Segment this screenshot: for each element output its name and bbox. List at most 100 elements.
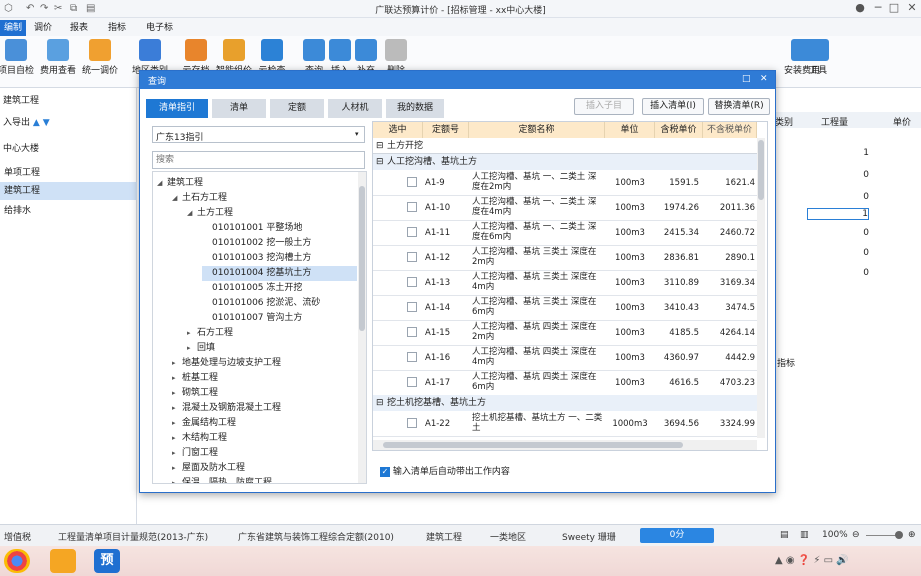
- collapse-icon[interactable]: ⊟: [376, 138, 384, 154]
- close-icon[interactable]: ✕: [902, 1, 921, 14]
- expand-icon[interactable]: ▸: [172, 431, 182, 446]
- expand-icon[interactable]: ▸: [172, 356, 182, 371]
- collapse-icon[interactable]: ⊟: [376, 395, 384, 411]
- indicator-tab[interactable]: 指标: [777, 356, 795, 369]
- tab-e-bid[interactable]: 电子标: [142, 20, 177, 36]
- table-hscroll-thumb[interactable]: [383, 442, 683, 448]
- group-row[interactable]: ⊟ 挖土机挖基槽、基坑土方: [373, 395, 763, 411]
- qty-cell[interactable]: 0: [807, 170, 869, 180]
- tree-node[interactable]: ◢ 建筑工程: [157, 176, 203, 191]
- tree-scrollbar[interactable]: [358, 172, 366, 483]
- arrow-down-icon[interactable]: ▼: [43, 118, 50, 128]
- row-checkbox[interactable]: [407, 418, 417, 428]
- tree-item-construction[interactable]: 建筑工程: [0, 182, 137, 200]
- qty-cell[interactable]: 0: [807, 268, 869, 278]
- tab-materials[interactable]: 人材机: [328, 99, 382, 118]
- unified-adjust-button[interactable]: 统一调价: [78, 39, 122, 76]
- collapse-icon[interactable]: ◢: [187, 206, 197, 221]
- user-avatar-icon[interactable]: ●: [850, 1, 870, 14]
- tree-node[interactable]: ▸ 屋面及防水工程: [172, 461, 245, 476]
- row-checkbox[interactable]: [407, 352, 417, 362]
- expand-icon[interactable]: ▸: [172, 401, 182, 416]
- tab-indicators[interactable]: 指标: [104, 20, 130, 36]
- maximize-icon[interactable]: □: [742, 74, 751, 84]
- zoom-out-icon[interactable]: ⊖: [852, 530, 860, 540]
- tree-node[interactable]: 010101007 管沟土方: [202, 311, 302, 326]
- tree-item-unit-project[interactable]: 单项工程: [0, 164, 137, 182]
- collapse-icon[interactable]: ◢: [172, 191, 182, 206]
- tree-node[interactable]: 010101006 挖淤泥、流砂: [202, 296, 320, 311]
- qty-cell[interactable]: 1: [807, 148, 869, 158]
- row-checkbox[interactable]: [407, 277, 417, 287]
- arrow-up-icon[interactable]: ▲: [33, 118, 40, 128]
- expand-icon[interactable]: ▸: [187, 341, 197, 356]
- insert-child-button[interactable]: 插入子目: [574, 98, 634, 115]
- table-row[interactable]: A1-22 挖土机挖基槽、基坑土方 一、二类土 1000m3 3694.56 3324.…: [373, 411, 757, 436]
- table-row[interactable]: A1-12 人工挖沟槽、基坑 三类土 深度在2m内 100m3 2836.81 2890…: [373, 245, 757, 270]
- tree-node[interactable]: ▸ 石方工程: [187, 326, 233, 341]
- expand-icon[interactable]: ▸: [172, 461, 182, 476]
- row-checkbox[interactable]: [407, 252, 417, 262]
- score-badge[interactable]: 0分: [640, 528, 714, 543]
- tab-list[interactable]: 清单: [212, 99, 266, 118]
- cost-view-button[interactable]: 费用查看: [36, 39, 80, 76]
- tab-quota[interactable]: 定额: [270, 99, 324, 118]
- grid-icon[interactable]: ▥: [800, 530, 809, 540]
- row-checkbox[interactable]: [407, 227, 417, 237]
- tree-node[interactable]: ▸ 混凝土及钢筋混凝土工程: [172, 401, 281, 416]
- tree-node[interactable]: ▸ 金属结构工程: [172, 416, 236, 431]
- qty-cell[interactable]: 0: [807, 248, 869, 258]
- table-row[interactable]: A1-11 人工挖沟槽、基坑 一、二类土 深度在6m内 100m3 2415.34 24…: [373, 220, 757, 245]
- table-row[interactable]: A1-16 人工挖沟槽、基坑 四类土 深度在4m内 100m3 4360.97 4442…: [373, 345, 757, 370]
- auto-fill-option[interactable]: ✓ 输入清单后自动带出工作内容: [380, 464, 510, 477]
- tab-edit[interactable]: 编制: [0, 20, 27, 36]
- expand-icon[interactable]: ▸: [172, 371, 182, 386]
- expand-icon[interactable]: ▸: [172, 416, 182, 431]
- tab-my-data[interactable]: 我的数据: [386, 99, 444, 118]
- zoom-in-icon[interactable]: ⊕: [908, 530, 916, 540]
- tools-button[interactable]: 工具: [796, 39, 840, 76]
- insert-list-button[interactable]: 插入清单(I): [642, 98, 704, 115]
- maximize-icon[interactable]: □: [884, 1, 904, 14]
- tree-node[interactable]: 010101005 冻土开挖: [202, 281, 302, 296]
- guide-library-select[interactable]: 广东13指引 ▾: [152, 126, 365, 143]
- table-hscrollbar[interactable]: [373, 440, 757, 450]
- cloud-icon[interactable]: [50, 549, 76, 573]
- tree-node[interactable]: ▸ 保温、隔热、防腐工程: [172, 476, 272, 483]
- project-check-button[interactable]: 项目自检: [0, 39, 38, 76]
- tree-node[interactable]: ▸ 砌筑工程: [172, 386, 218, 401]
- close-icon[interactable]: ✕: [760, 74, 768, 84]
- search-input[interactable]: [152, 151, 365, 169]
- tree-node[interactable]: ▸ 回填: [187, 341, 215, 356]
- qty-cell[interactable]: 0: [807, 228, 869, 238]
- expand-icon[interactable]: ▸: [172, 476, 182, 483]
- checkbox-checked-icon[interactable]: ✓: [380, 466, 390, 477]
- table-scroll-thumb[interactable]: [758, 140, 764, 200]
- tree-item-plumbing[interactable]: 给排水: [0, 202, 137, 220]
- replace-list-button[interactable]: 替换清单(R): [708, 98, 770, 115]
- tab-price-adjust[interactable]: 调价: [30, 20, 56, 36]
- table-row[interactable]: A1-14 人工挖沟槽、基坑 三类土 深度在6m内 100m3 3410.43 3474…: [373, 295, 757, 320]
- table-scrollbar[interactable]: [757, 138, 765, 438]
- tree-node[interactable]: 010101004 挖基坑土方: [202, 266, 357, 281]
- layout-icon[interactable]: ▤: [780, 530, 789, 540]
- row-checkbox[interactable]: [407, 377, 417, 387]
- chrome-icon[interactable]: [4, 549, 30, 573]
- section-row[interactable]: ⊟ 土方开挖: [373, 138, 763, 154]
- tree-node[interactable]: ◢ 土方工程: [187, 206, 233, 221]
- row-checkbox[interactable]: [407, 302, 417, 312]
- tree-node[interactable]: 010101003 挖沟槽土方: [202, 251, 311, 266]
- table-row[interactable]: A1-17 人工挖沟槽、基坑 四类土 深度在6m内 100m3 4616.5 4703.…: [373, 370, 757, 395]
- row-checkbox[interactable]: [407, 327, 417, 337]
- group-row[interactable]: ⊟ 人工挖沟槽、基坑土方: [373, 154, 763, 170]
- row-checkbox[interactable]: [407, 202, 417, 212]
- tree-node[interactable]: 010101002 挖一般土方: [202, 236, 311, 251]
- tray-icons[interactable]: ▲ ◉ ❓ ⚡ ▭ 🔊: [775, 555, 849, 566]
- tree-node[interactable]: ▸ 桩基工程: [172, 371, 218, 386]
- tab-reports[interactable]: 报表: [66, 20, 92, 36]
- row-checkbox[interactable]: [407, 177, 417, 187]
- tree-scroll-thumb[interactable]: [359, 186, 365, 331]
- zoom-slider-handle[interactable]: [895, 531, 903, 539]
- tree-node[interactable]: ▸ 地基处理与边坡支护工程: [172, 356, 281, 371]
- tree-node[interactable]: 010101001 平整场地: [202, 221, 302, 236]
